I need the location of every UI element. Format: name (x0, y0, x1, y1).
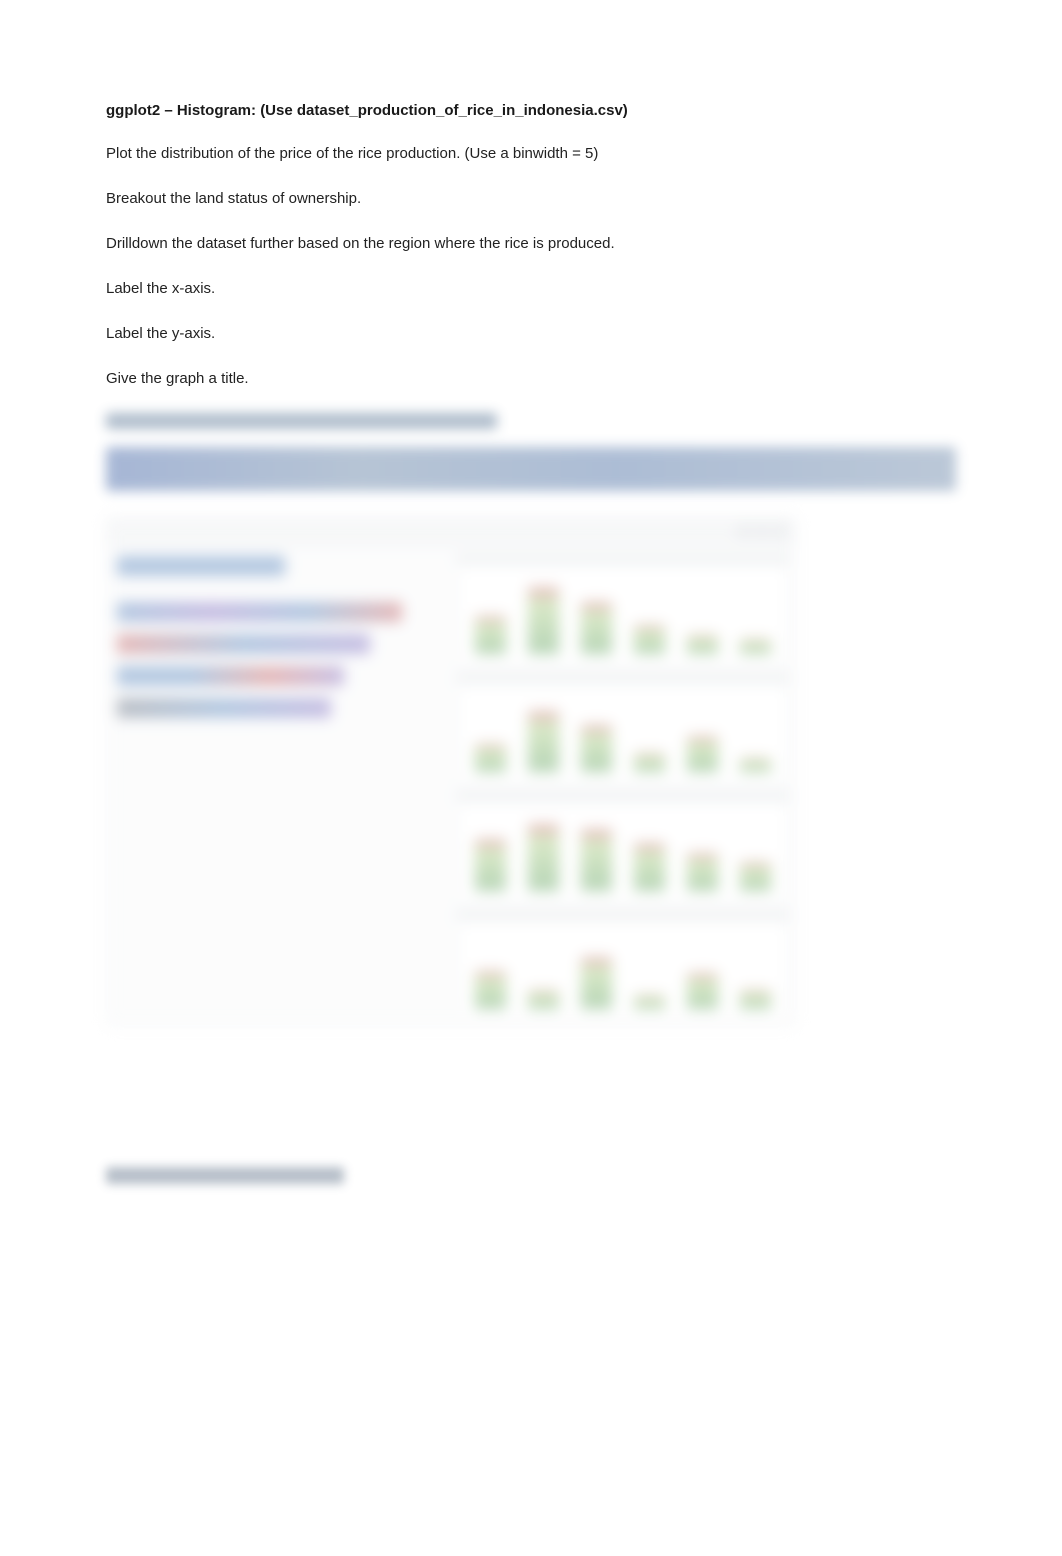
instruction-6: Give the graph a title. (106, 368, 956, 389)
heading-prefix: ggplot2 – Histogram: (106, 102, 260, 119)
blurred-screenshot (106, 517, 796, 1027)
blur-line (106, 1167, 344, 1184)
code-line (117, 666, 344, 686)
code-line (117, 634, 370, 654)
maximize-icon (755, 524, 769, 538)
screenshot-plot-pane (451, 546, 795, 1026)
instruction-5: Label the y-axis. (106, 323, 956, 344)
instruction-1: Plot the distribution of the price of th… (106, 143, 956, 164)
heading-suffix: (Use dataset_production_of_rice_in_indon… (260, 102, 628, 119)
facet-panel (457, 552, 789, 665)
facet-panel (457, 908, 789, 1021)
facet-panel (457, 671, 789, 784)
code-line (117, 556, 285, 576)
blur-paragraph (106, 447, 956, 491)
window-controls (737, 524, 787, 538)
instruction-2: Breakout the land status of ownership. (106, 188, 956, 209)
instruction-4: Label the x-axis. (106, 278, 956, 299)
code-line (117, 698, 331, 718)
blurred-answer-block (106, 413, 956, 1027)
minimize-icon (737, 524, 751, 538)
section-heading: ggplot2 – Histogram: (Use dataset_produc… (106, 102, 956, 119)
screenshot-code-pane (107, 546, 451, 1026)
instruction-3: Drilldown the dataset further based on t… (106, 233, 956, 254)
screenshot-titlebar (107, 518, 795, 546)
facet-panel (457, 789, 789, 902)
blurred-next-heading (106, 1167, 956, 1184)
code-line (117, 602, 402, 622)
blur-line (106, 413, 497, 429)
close-icon (773, 524, 787, 538)
